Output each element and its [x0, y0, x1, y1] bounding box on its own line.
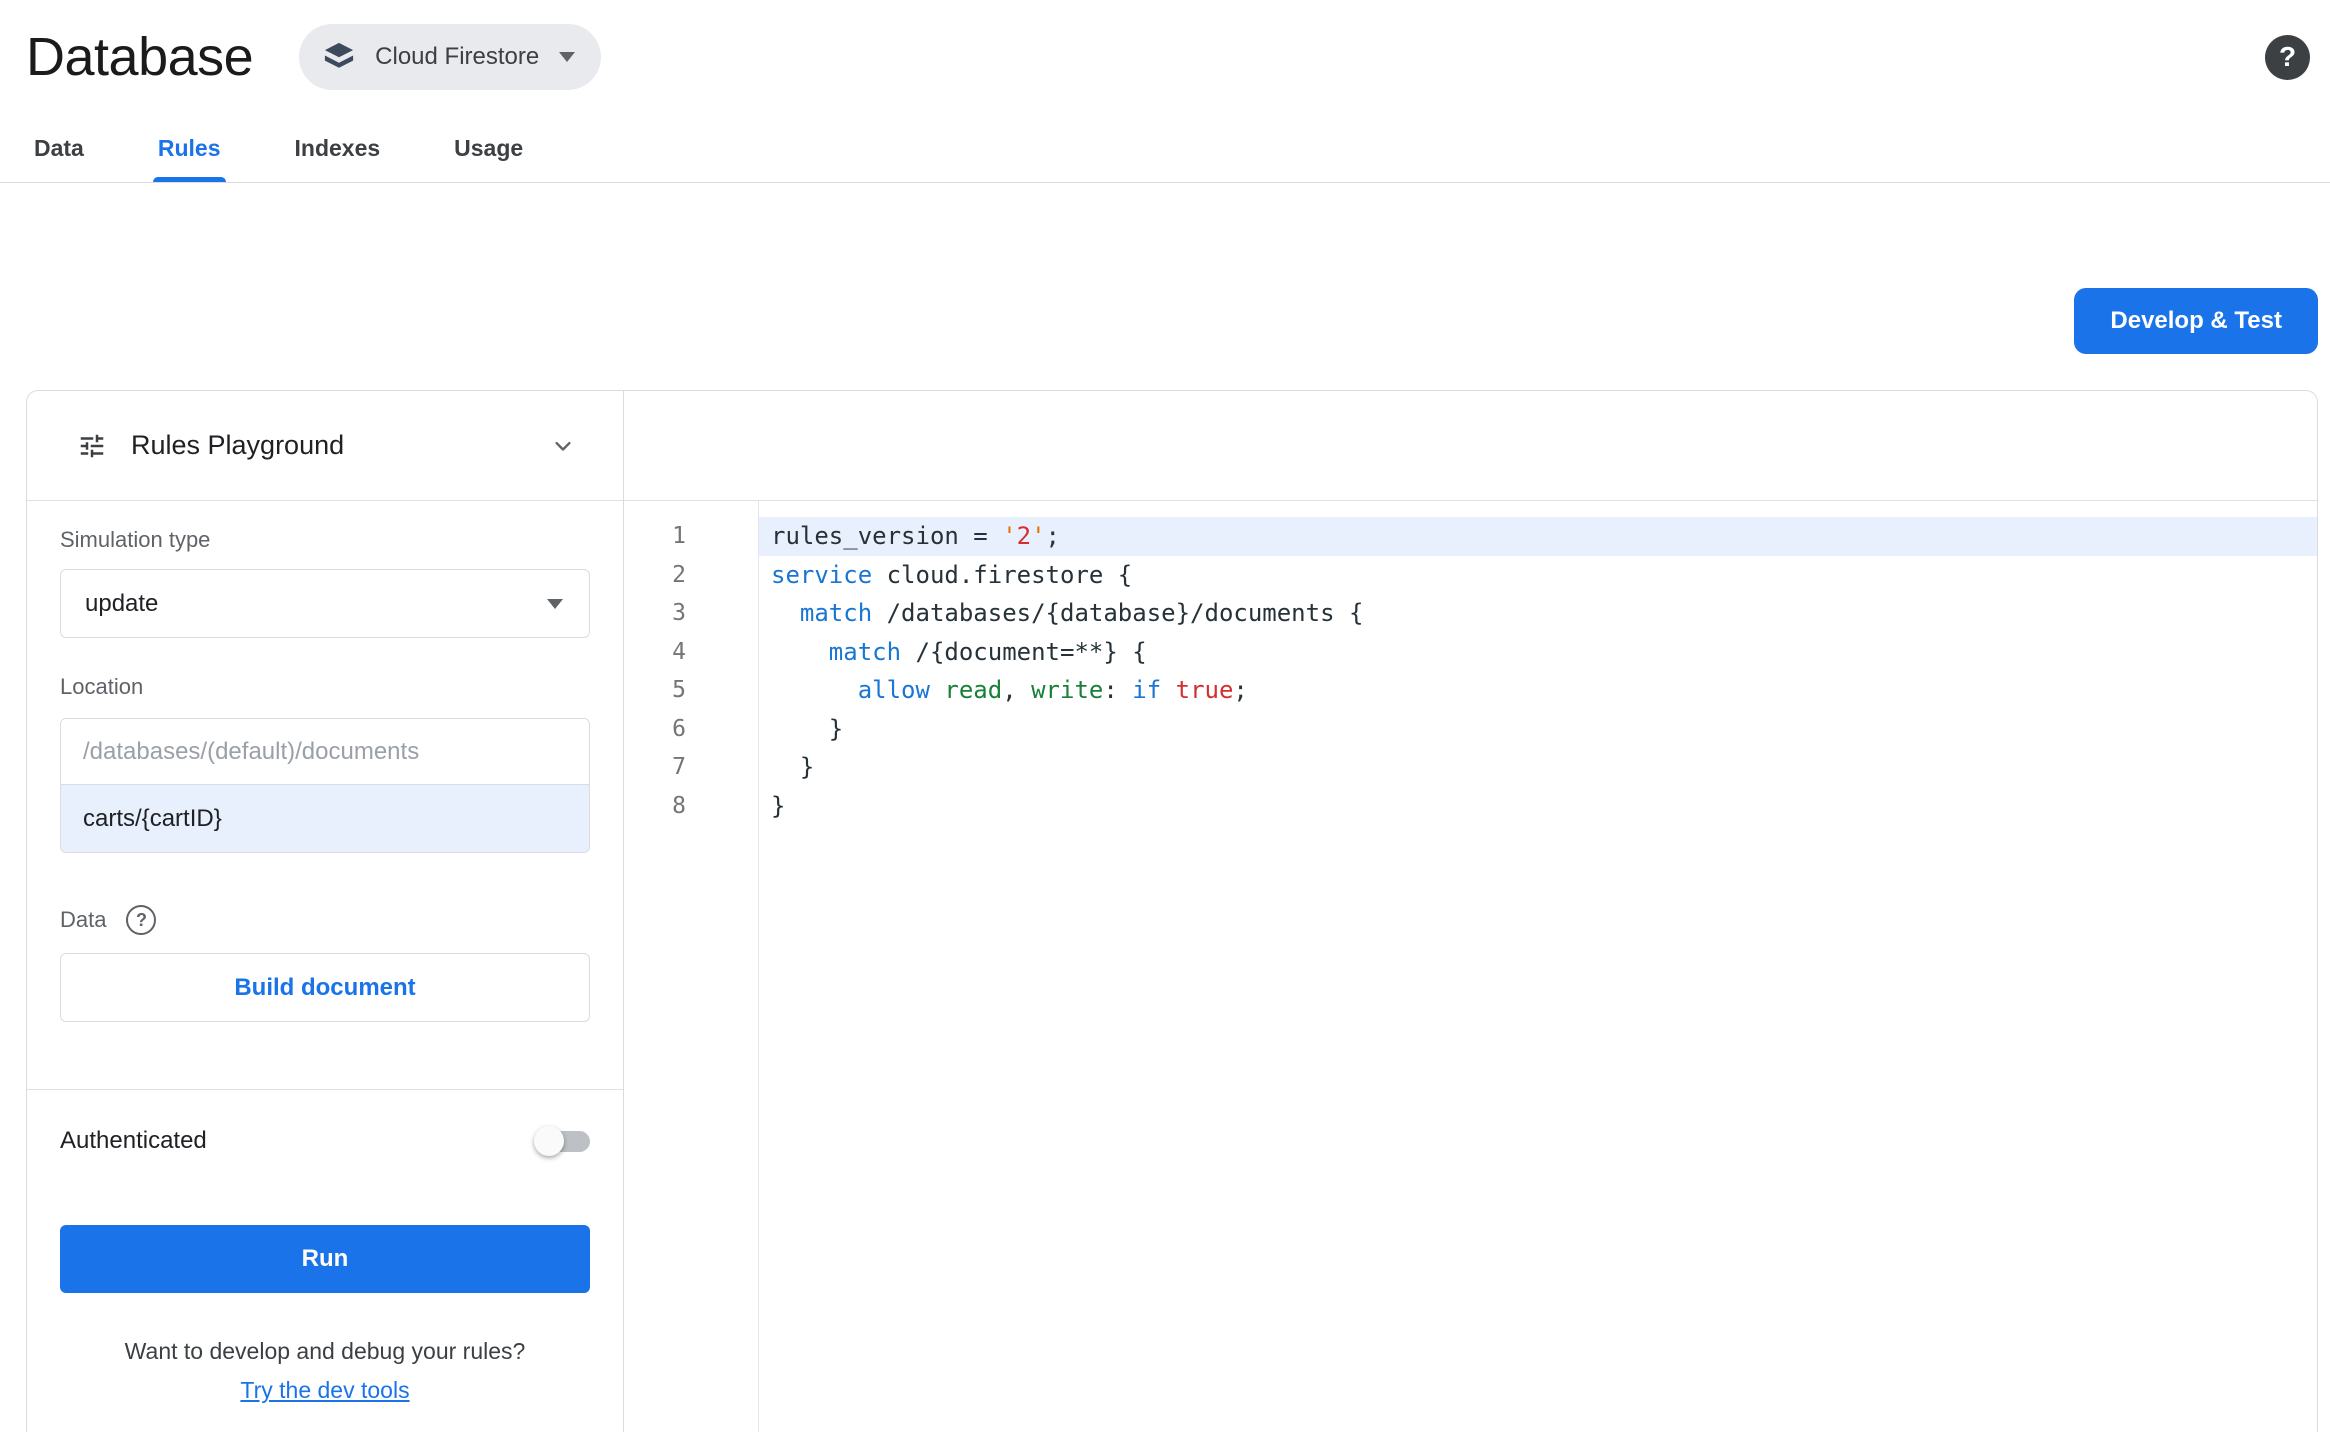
chevron-down-icon[interactable]	[549, 432, 577, 460]
run-button[interactable]: Run	[60, 1225, 590, 1293]
location-prefix-input[interactable]	[61, 719, 589, 784]
code-token: 2	[1016, 522, 1032, 550]
playground-title: Rules Playground	[131, 430, 345, 460]
editor-body: 12345678 rules_version = '2'; service clo…	[624, 501, 2317, 1432]
tab-data[interactable]: Data	[29, 114, 89, 182]
data-section-row: Data ?	[60, 905, 590, 935]
data-label: Data	[60, 907, 107, 932]
simulation-type-select[interactable]: update	[60, 569, 590, 638]
line-number: 4	[672, 638, 686, 665]
line-number: 2	[672, 561, 686, 588]
code-line[interactable]: }	[759, 787, 2317, 826]
playground-footer: Want to develop and debug your rules? Tr…	[60, 1337, 590, 1404]
dev-tools-hint-text: Want to develop and debug your rules?	[124, 1338, 526, 1364]
code-token: write	[1031, 676, 1104, 704]
playground-header[interactable]: Rules Playground	[27, 391, 623, 501]
code-token: }	[771, 753, 815, 781]
rules-panel: Rules Playground Simulation type update …	[26, 390, 2318, 1432]
code-token: '	[1002, 522, 1017, 550]
code-token: if	[1132, 676, 1162, 704]
authenticated-section: Authenticated Run Want to develop and de…	[27, 1089, 623, 1404]
code-line[interactable]: }	[759, 748, 2317, 787]
line-number: 1	[672, 523, 686, 549]
code-token: :	[1103, 676, 1133, 704]
product-selector-label: Cloud Firestore	[375, 43, 540, 70]
code-token: ;	[1233, 676, 1248, 704]
code-token: match	[828, 637, 902, 666]
authenticated-label: Authenticated	[60, 1126, 207, 1154]
location-group	[60, 718, 590, 853]
code-line[interactable]: rules_version = '2';	[759, 517, 2317, 556]
tab-bar: Data Rules Indexes Usage	[0, 114, 2330, 183]
line-number: 6	[672, 715, 686, 742]
code-line[interactable]: match /databases/{database}/documents {	[759, 594, 2317, 633]
line-number: 8	[672, 792, 686, 819]
authenticated-toggle[interactable]	[534, 1125, 590, 1156]
code-token: service	[771, 560, 873, 589]
tab-indexes[interactable]: Indexes	[290, 114, 386, 182]
code-line[interactable]: match /{document=**} {	[759, 633, 2317, 672]
develop-test-button[interactable]: Develop & Test	[2074, 288, 2318, 354]
playground-body: Simulation type update Location Data ? B…	[27, 501, 623, 1404]
code-token: match	[799, 599, 873, 627]
help-outline-icon[interactable]: ?	[126, 905, 157, 935]
line-numbers: 1 2 3 4 5 6 7 8	[624, 501, 759, 1432]
rules-code-editor: 12345678 rules_version = '2'; service clo…	[624, 391, 2317, 1432]
chevron-down-icon	[559, 52, 576, 62]
tab-rules[interactable]: Rules	[152, 114, 226, 182]
build-document-button[interactable]: Build document	[60, 953, 590, 1022]
page-title: Database	[26, 27, 254, 87]
firestore-rules-page: Database Cloud Firestore ? Data Rules In…	[0, 0, 2330, 1432]
code-lines[interactable]: rules_version = '2'; service cloud.firest…	[759, 501, 2317, 1432]
code-line[interactable]: allow read, write: if true;	[759, 671, 2317, 710]
code-token: cloud.firestore {	[872, 560, 1133, 589]
tune-icon	[77, 431, 107, 461]
code-line[interactable]: service cloud.firestore {	[759, 556, 2317, 595]
code-token: read	[944, 676, 1003, 704]
code-token: }	[771, 791, 786, 820]
code-token: /{document=**} {	[901, 637, 1147, 666]
code-token: }	[771, 714, 844, 743]
code-token: rules_version =	[771, 522, 1003, 550]
code-token: true	[1175, 676, 1234, 704]
simulation-type-value: update	[85, 589, 159, 617]
line-number: 5	[672, 677, 686, 703]
location-label: Location	[60, 674, 144, 699]
line-number: 3	[672, 600, 686, 626]
code-token: '	[1031, 522, 1046, 550]
firestore-icon	[321, 39, 357, 75]
rules-playground-sidebar: Rules Playground Simulation type update …	[27, 391, 624, 1432]
line-number: 7	[672, 754, 686, 780]
code-token: /databases/{database}/documents {	[872, 599, 1364, 627]
tab-usage[interactable]: Usage	[449, 114, 528, 182]
authenticated-row: Authenticated	[60, 1118, 590, 1163]
simulation-type-label: Simulation type	[60, 527, 211, 552]
location-path-input[interactable]	[61, 784, 589, 852]
toggle-thumb	[534, 1125, 564, 1156]
chevron-down-icon	[547, 598, 563, 609]
code-token: allow	[857, 676, 930, 704]
code-token: ;	[1045, 522, 1060, 550]
editor-toolbar	[624, 391, 2317, 501]
product-selector[interactable]: Cloud Firestore	[299, 24, 602, 90]
top-bar: Database Cloud Firestore ?	[0, 0, 2330, 114]
dev-tools-link[interactable]: Try the dev tools	[240, 1377, 409, 1404]
help-icon[interactable]: ?	[2265, 34, 2310, 80]
code-token: ,	[1002, 676, 1032, 704]
code-line[interactable]: }	[759, 710, 2317, 749]
